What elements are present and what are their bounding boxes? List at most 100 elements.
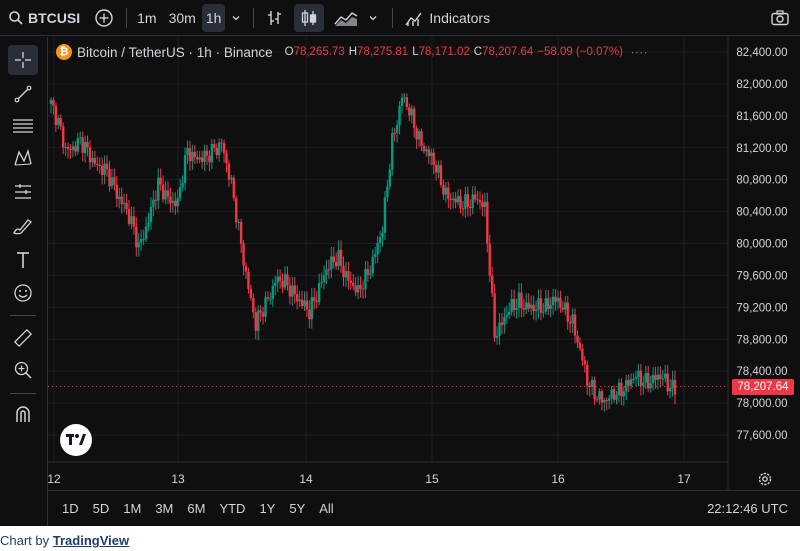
candle: [115, 175, 119, 208]
trend-line-tool[interactable]: [8, 79, 38, 109]
emoji-tool[interactable]: [8, 278, 38, 308]
candle: [144, 216, 148, 243]
compare-button[interactable]: [94, 0, 114, 36]
range-1y[interactable]: 1Y: [259, 501, 275, 516]
candle: [237, 219, 240, 231]
range-1d[interactable]: 1D: [62, 501, 79, 516]
price-tick-label: 80,400.00: [736, 207, 787, 219]
utc-clock[interactable]: 22:12:46 UTC: [707, 501, 788, 516]
text-tool[interactable]: [8, 245, 38, 275]
candle: [466, 186, 470, 217]
crosshair-icon: [15, 52, 31, 68]
candle: [334, 252, 338, 270]
candle: [271, 279, 275, 307]
candle: [181, 175, 184, 192]
candle: [456, 189, 460, 206]
time-tick-label: 17: [677, 472, 691, 486]
measure-tool[interactable]: [8, 323, 38, 353]
candle: [498, 313, 501, 345]
snapshot-button[interactable]: [770, 0, 790, 36]
candle: [451, 192, 455, 209]
forecast-tool[interactable]: [8, 177, 38, 207]
indicators-button[interactable]: Indicators: [405, 0, 490, 36]
candle: [242, 240, 245, 275]
candle: [222, 139, 226, 163]
candle: [371, 249, 374, 277]
candle: [249, 284, 253, 301]
tradingview-link[interactable]: TradingView: [53, 533, 129, 548]
candle: [386, 180, 389, 203]
candle: [666, 364, 669, 396]
candle: [539, 289, 543, 321]
candle: [617, 378, 621, 403]
candle: [642, 375, 645, 395]
brush-tool[interactable]: [8, 211, 38, 241]
range-3m[interactable]: 3M: [155, 501, 173, 516]
candle: [352, 274, 355, 290]
toolbar-divider: [126, 7, 128, 28]
candle: [88, 140, 92, 170]
candle: [415, 125, 418, 149]
candles: [48, 93, 728, 412]
zoom-tool[interactable]: [8, 355, 38, 385]
fib-tool[interactable]: [8, 111, 38, 141]
candle: [473, 186, 477, 203]
candle: [86, 135, 89, 157]
candle: [361, 280, 365, 299]
area-style-button[interactable]: [334, 0, 358, 36]
open-key: O: [284, 46, 294, 58]
close-key: C: [473, 46, 483, 58]
time-tick-label: 14: [299, 472, 313, 486]
high-value: 78,275.81: [357, 46, 409, 58]
candle: [493, 283, 496, 342]
range-6m[interactable]: 6M: [187, 501, 205, 516]
range-all[interactable]: All: [319, 501, 333, 516]
candle: [644, 365, 647, 390]
legend-title[interactable]: Bitcoin / TetherUS · 1h · Binance: [77, 45, 273, 60]
search-icon: [9, 10, 23, 25]
range-5y[interactable]: 5Y: [289, 501, 305, 516]
candle: [615, 390, 618, 405]
tradingview-logo-icon[interactable]: [60, 424, 92, 456]
candle: [79, 131, 82, 145]
toolbar-divider: [253, 7, 255, 28]
settings-icon[interactable]: [756, 470, 774, 488]
candle: [261, 306, 265, 325]
candle: [400, 93, 404, 114]
pattern-tool[interactable]: [8, 143, 38, 173]
candle: [288, 277, 292, 305]
range-1m[interactable]: 1M: [123, 501, 141, 516]
candle: [571, 308, 574, 333]
interval-dropdown[interactable]: [231, 0, 241, 36]
candle: [659, 366, 662, 388]
symbol-search[interactable]: BTCUSI: [8, 0, 80, 36]
magnet-tool[interactable]: [8, 399, 38, 429]
candle: [586, 360, 589, 396]
candle: [576, 330, 579, 348]
price-chart[interactable]: 82,400.00 82,000.00 81,600.00 81,200.00 80,8…: [48, 37, 800, 490]
candle: [157, 168, 160, 209]
candle: [130, 206, 133, 230]
candle: [449, 192, 452, 210]
candle: [671, 370, 674, 397]
candle: [668, 379, 672, 399]
chart-style-dropdown[interactable]: [368, 0, 378, 36]
candle: [332, 246, 335, 269]
bar-style-button[interactable]: [266, 0, 284, 36]
candle: [422, 142, 426, 154]
interval-30m[interactable]: 30m: [165, 4, 200, 32]
candle: [74, 141, 77, 156]
candle-style-button[interactable]: [294, 3, 325, 32]
crosshair-tool[interactable]: [8, 45, 38, 75]
range-ytd[interactable]: YTD: [219, 501, 245, 516]
legend-more-icon[interactable]: ∙∙∙∙: [631, 45, 648, 59]
price-tick-label: 78,800.00: [736, 334, 787, 346]
interval-1h[interactable]: 1h: [201, 3, 226, 32]
candle: [534, 300, 538, 321]
candle: [96, 156, 99, 172]
toolbar-divider: [392, 7, 394, 28]
candle: [171, 192, 175, 213]
interval-1m[interactable]: 1m: [133, 4, 160, 32]
candle: [649, 375, 652, 393]
range-5d[interactable]: 5D: [93, 501, 110, 516]
